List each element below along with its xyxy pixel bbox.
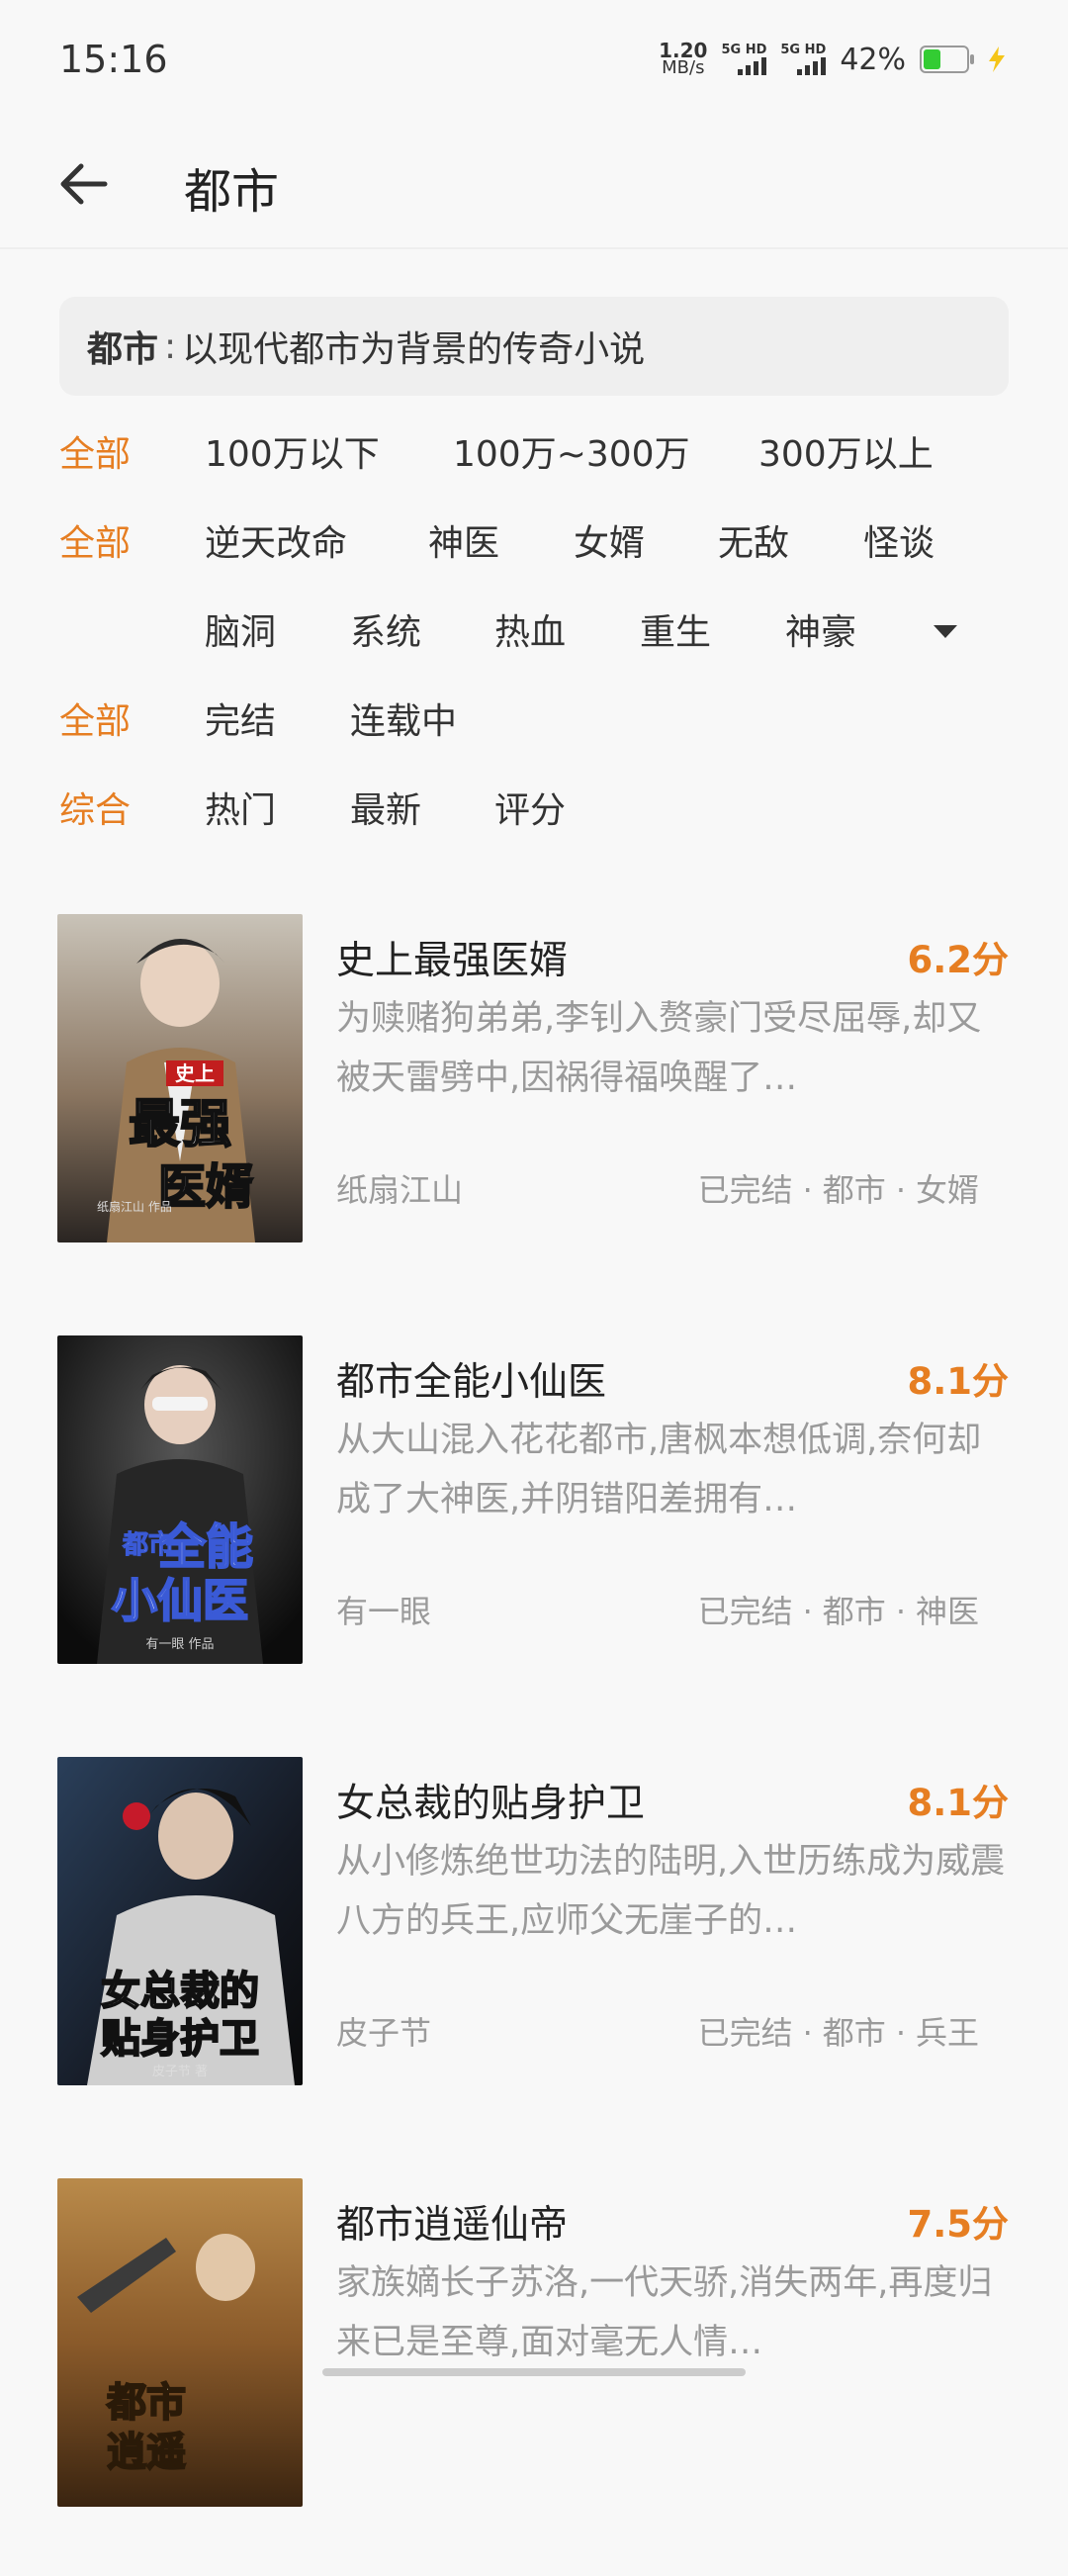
battery-percent: 42% [840,42,906,77]
book-score: 8.1分 [907,1782,1009,1824]
sort-default[interactable]: 综合 [59,782,131,833]
description-separator: : [164,325,177,367]
book-description: 从大山混入花花都市,唐枫本想低调,奈何却成了大神医,并阴错阳差拥有… [336,1421,982,1519]
sim2-signal-icon: 5G HD [780,44,827,75]
filter-tag-option[interactable]: 热血 [494,603,566,655]
filter-tag-option[interactable]: 逆天改命 [205,514,347,566]
sort-option[interactable]: 最新 [350,782,421,833]
book-score: 6.2分 [907,939,1009,981]
svg-text:最强: 最强 [129,1095,231,1154]
filter-word-count-all[interactable]: 全部 [59,425,131,477]
svg-text:逍遥: 逍遥 [107,2430,186,2475]
book-score: 7.5分 [907,2203,1009,2246]
sim1-signal-icon: 5G HD [721,44,767,75]
book-title: 都市逍遥仙帝 [336,2203,569,2248]
book-cover: 都市 全能 小仙医 有一眼 作品 [57,1335,303,1664]
description-key: 都市 [87,329,159,370]
battery-icon [920,46,974,73]
arrow-left-icon [60,163,108,205]
book-author: 皮子节 [336,2014,432,2052]
filter-status-option[interactable]: 连载中 [350,692,457,744]
description-text: 以现代都市为背景的传奇小说 [182,329,646,370]
svg-text:纸扇江山 作品: 纸扇江山 作品 [97,1199,172,1214]
home-indicator[interactable] [322,2368,746,2376]
book-score: 8.1分 [907,1360,1009,1403]
sort-option[interactable]: 热门 [205,782,276,833]
book-meta: 已完结 · 都市 · 神医 [697,1593,979,1630]
back-button[interactable] [55,154,115,214]
book-description: 为赎赌狗弟弟,李钊入赘豪门受尽屈辱,却又被天雷劈中,因祸得福唤醒了… [336,999,982,1098]
svg-text:贴身护卫: 贴身护卫 [101,2016,259,2062]
svg-text:有一眼 作品: 有一眼 作品 [145,1637,214,1652]
filter-word-count-option[interactable]: 300万以上 [758,425,934,477]
filter-tag-option[interactable]: 神医 [428,514,499,566]
filter-tag-option[interactable]: 脑洞 [205,603,276,655]
filter-status-option[interactable]: 完结 [205,692,276,744]
book-description: 从小修炼绝世功法的陆明,入世历练成为威震八方的兵王,应师父无崖子的… [336,1842,1006,1941]
status-time: 15:16 [59,38,168,81]
filter-tag-option[interactable]: 神豪 [785,603,856,655]
svg-text:都市: 都市 [106,2380,186,2426]
book-cover: 史上 最强 医婿 纸扇江山 作品 [57,914,303,1242]
svg-text:医婿: 医婿 [158,1159,253,1215]
svg-text:皮子节 著: 皮子节 著 [152,2065,208,2079]
filter-tag-option[interactable]: 女婿 [574,514,645,566]
book-meta: 已完结 · 都市 · 兵王 [697,2014,979,2052]
book-item[interactable]: 史上 最强 医婿 纸扇江山 作品 史上最强医婿 6.2分 为赎赌狗弟弟,李钊入赘… [0,890,1068,1312]
book-meta: 已完结 · 都市 · 女婿 [697,1171,979,1209]
book-title: 史上最强医婿 [336,939,569,983]
filter-status-all[interactable]: 全部 [59,692,131,744]
book-item[interactable]: 都市 逍遥 都市逍遥仙帝 7.5分 家族嫡长子苏洛,一代天骄,消失两年,再度归来… [0,2155,1068,2576]
sort-option[interactable]: 评分 [494,782,566,833]
filter-tag-option[interactable]: 怪谈 [863,514,934,566]
book-description: 家族嫡长子苏洛,一代天骄,消失两年,再度归来已是至尊,面对毫无人情… [336,2263,993,2362]
book-title: 女总裁的贴身护卫 [336,1782,646,1826]
caret-down-icon[interactable] [934,625,957,638]
book-cover: 都市 逍遥 [57,2178,303,2507]
app-header: 都市 [0,119,1068,249]
filter-tag-option[interactable]: 系统 [350,603,421,655]
filter-word-count-option[interactable]: 100万以下 [205,425,380,477]
svg-text:全能: 全能 [157,1519,253,1575]
book-item[interactable]: 女总裁的 贴身护卫 皮子节 著 女总裁的贴身护卫 8.1分 从小修炼绝世功法的陆… [0,1733,1068,2155]
svg-text:小仙医: 小仙医 [112,1574,248,1627]
filter-tag-option[interactable]: 重生 [640,603,711,655]
book-item[interactable]: 都市 全能 小仙医 有一眼 作品 都市全能小仙医 8.1分 从大山混入花花都市,… [0,1312,1068,1733]
svg-text:史上: 史上 [175,1061,215,1085]
filter-word-count-option[interactable]: 100万~300万 [453,425,690,477]
page-title: 都市 [184,164,280,220]
status-icons: 1.20 MB/s 5G HD 5G HD 42% [659,40,1011,79]
filter-tag-option[interactable]: 无敌 [718,514,789,566]
book-cover: 女总裁的 贴身护卫 皮子节 著 [57,1757,303,2085]
network-speed: 1.20 MB/s [659,39,708,78]
svg-text:女总裁的: 女总裁的 [101,1969,259,2014]
status-bar: 15:16 1.20 MB/s 5G HD 5G HD 42% [0,0,1068,119]
book-author: 纸扇江山 [336,1171,464,1209]
book-title: 都市全能小仙医 [336,1360,607,1405]
bolt-icon [989,46,1005,72]
filter-tag-all[interactable]: 全部 [59,514,131,566]
book-author: 有一眼 [336,1593,432,1630]
category-description: 都市 : 以现代都市为背景的传奇小说 [59,297,1009,396]
